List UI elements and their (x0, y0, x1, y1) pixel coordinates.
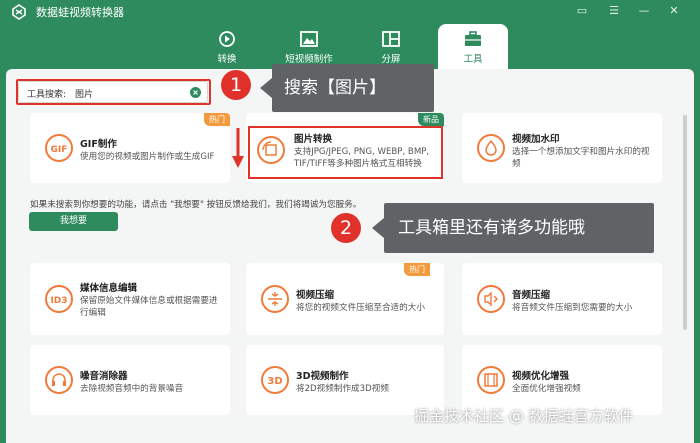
convert-icon (219, 31, 235, 47)
search-highlight-box (16, 79, 211, 105)
tool-card-noise-remover[interactable]: 噪音消除器 去除视频音频中的背景噪音 (30, 345, 230, 415)
tab-label: 分屏 (381, 54, 401, 65)
card-title: 视频优化增强 (512, 371, 570, 382)
tab-label: 短视频制作 (285, 54, 333, 65)
callout-2: 工具箱里还有诸多功能哦 (384, 203, 654, 253)
card-description: 保留原始文件媒体信息或根据需要进行编辑 (80, 296, 218, 318)
title-bar: 数据蛙视频转换器 ▭ ☰ — ✕ (0, 0, 700, 24)
watermark-drop-icon (477, 134, 505, 162)
card-title: 视频加水印 (512, 134, 560, 145)
headphones-icon (45, 366, 73, 394)
callout-1-pointer (260, 78, 272, 98)
card-description: 使用您的视频或图片制作或生成GIF (80, 152, 215, 162)
feedback-hint: 如果未搜索到你想要的功能，请点击 "我想要" 按钮反馈给我们，我们将竭诚为您服务… (30, 200, 362, 210)
card-title: 视频压缩 (296, 290, 335, 301)
card-description: 将您的视频文件压缩至合适的大小 (296, 303, 425, 313)
card-title: 噪音消除器 (80, 371, 128, 382)
tab-label: 转换 (217, 54, 237, 65)
new-badge: 新品 (418, 113, 444, 126)
id3-icon: ID3 (45, 285, 73, 313)
callout-1: 搜索【图片】 (272, 64, 434, 112)
3d-icon-text: 3D (267, 376, 282, 387)
tab-convert[interactable]: 转换 (192, 24, 262, 68)
tab-short-video[interactable]: 短视频制作 (274, 24, 344, 68)
id3-icon-text: ID3 (50, 296, 67, 306)
card-title: GIF制作 (80, 139, 117, 150)
image-convert-highlight-box (248, 126, 443, 179)
scrollbar[interactable] (683, 115, 687, 330)
card-title: 媒体信息编辑 (80, 283, 138, 294)
gif-icon: GIF (45, 134, 73, 162)
hot-badge: 热门 (404, 263, 430, 276)
card-description: 全面优化增强视频 (512, 384, 581, 394)
tool-card-media-info[interactable]: ID3 媒体信息编辑 保留原始文件媒体信息或根据需要进行编辑 (30, 263, 230, 335)
card-description: 将2D视频制作成3D视频 (296, 384, 389, 394)
minimize-icon[interactable]: — (636, 3, 652, 19)
tool-card-video-compress[interactable]: 视频压缩 将您的视频文件压缩至合适的大小 热门 (246, 263, 444, 335)
feedback-icon[interactable]: ▭ (574, 3, 590, 19)
tool-card-video-watermark[interactable]: 视频加水印 选择一个想添加文字和图片水印的视频 (462, 113, 662, 183)
video-compress-icon (261, 285, 289, 313)
card-title: 音频压缩 (512, 290, 551, 301)
tool-card-audio-compress[interactable]: 音频压缩 将音频文件压缩到您需要的大小 (462, 263, 662, 335)
card-description: 去除视频音频中的背景噪音 (80, 384, 184, 394)
hot-badge: 热门 (204, 113, 230, 126)
step-1-badge: 1 (221, 70, 251, 100)
tab-tools[interactable]: 工具 (438, 24, 508, 70)
i-want-button[interactable]: 我想要 (29, 212, 118, 231)
watermark-text: 掘金技术社区 @ 数据蛙官方软件 (414, 407, 634, 425)
tab-label: 工具 (463, 54, 483, 65)
app-title: 数据蛙视频转换器 (36, 6, 124, 19)
card-description: 选择一个想添加文字和图片水印的视频 (512, 147, 650, 169)
tool-card-gif-maker[interactable]: GIF GIF制作 使用您的视频或图片制作或生成GIF 热门 (30, 113, 230, 183)
card-description: 将音频文件压缩到您需要的大小 (512, 303, 633, 313)
image-film-icon (300, 31, 318, 47)
close-icon[interactable]: ✕ (666, 3, 682, 19)
card-title: 3D视频制作 (296, 371, 349, 382)
step-2-badge: 2 (331, 213, 361, 243)
split-screen-icon (382, 31, 400, 47)
down-arrow-icon (232, 128, 244, 168)
menu-icon[interactable]: ☰ (606, 3, 622, 19)
audio-compress-icon (477, 285, 505, 313)
toolbox-icon (465, 31, 481, 46)
gif-icon-text: GIF (51, 145, 68, 155)
film-enhance-icon (477, 366, 505, 394)
callout-2-pointer (372, 218, 384, 238)
3d-icon: 3D (261, 366, 289, 394)
tab-split-screen[interactable]: 分屏 (356, 24, 426, 68)
app-logo-icon (12, 4, 26, 20)
